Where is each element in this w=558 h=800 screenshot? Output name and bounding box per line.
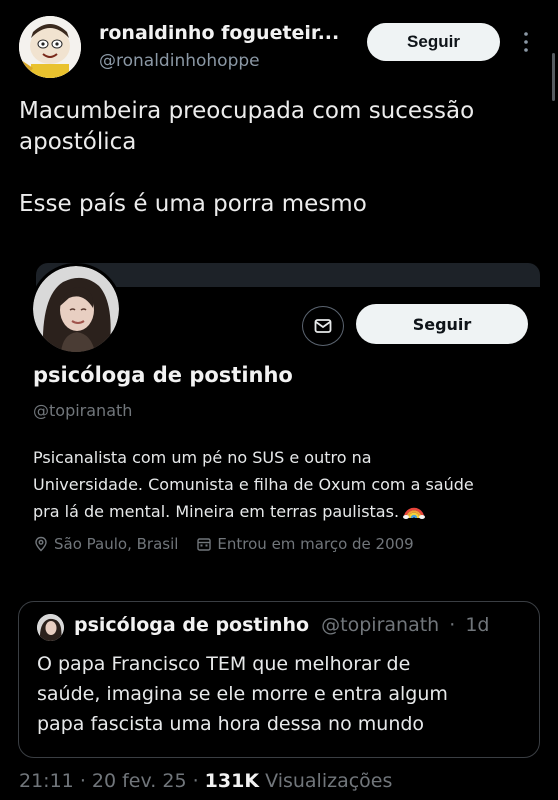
quote-text: O papa Francisco TEM que melhorar de saú… [37,649,532,739]
quote-separator: · [449,614,456,636]
profile-avatar[interactable] [30,263,122,355]
quote-header: psicóloga de postinho @topiranath · 1d [74,614,490,636]
quote-line: saúde, imagina se ele morre e entra algu… [37,683,448,705]
rainbow-icon [403,507,426,519]
quote-avatar-image [37,614,64,641]
profile-joined: Entrou em março de 2009 [217,535,414,553]
quote-avatar[interactable] [37,614,64,641]
quote-time[interactable]: 1d [465,614,489,636]
tweet-line: Macumbeira preocupada com sucessão [19,98,475,124]
profile-handle[interactable]: @topiranath [33,401,132,420]
scrollbar[interactable] [552,53,555,101]
profile-avatar-image [33,266,119,352]
author-avatar-image [19,16,81,78]
profile-follow-button[interactable]: Seguir [356,304,528,344]
bio-line: pra lá de mental. Mineira em terras paul… [33,502,400,521]
tweet-line: apostólica [19,129,137,155]
calendar-icon [197,538,212,551]
tweet-line: Esse país é uma porra mesmo [19,191,367,217]
quote-line: papa fascista uma hora dessa no mundo [37,713,425,735]
tweet-footer: 21:11 · 20 fev. 25 · 131K Visualizações [19,770,392,792]
quote-author-handle[interactable]: @topiranath [321,614,439,636]
location-pin-icon [35,536,47,552]
footer-separator: · [192,770,199,792]
message-button[interactable] [302,306,344,346]
footer-separator: · [79,770,86,792]
envelope-icon [314,319,332,333]
views-count: 131K [204,770,260,792]
quote-line: O papa Francisco TEM que melhorar de [37,653,411,675]
views-label: Visualizações [265,770,393,792]
profile-bio: Psicanalista com um pé no SUS e outro na… [33,444,533,525]
more-options-icon[interactable] [520,30,532,54]
bio-line: Psicanalista com um pé no SUS e outro na [33,448,372,467]
quote-author-name[interactable]: psicóloga de postinho [74,614,309,636]
profile-name[interactable]: psicóloga de postinho [33,363,293,387]
tweet-text: Macumbeira preocupada com sucessão apost… [19,96,544,220]
author-handle[interactable]: @ronaldinhohoppe [99,51,260,71]
profile-location: São Paulo, Brasil [54,535,179,553]
follow-button[interactable]: Seguir [367,23,500,61]
tweet-date[interactable]: 20 fev. 25 [92,770,187,792]
bio-line: Universidade. Comunista e filha de Oxum … [33,475,474,494]
author-name[interactable]: ronaldinho fogueteir... [99,22,339,44]
author-avatar[interactable] [19,16,81,78]
profile-meta: São Paulo, Brasil Entrou em março de 200… [33,535,414,553]
tweet-time[interactable]: 21:11 [19,770,74,792]
